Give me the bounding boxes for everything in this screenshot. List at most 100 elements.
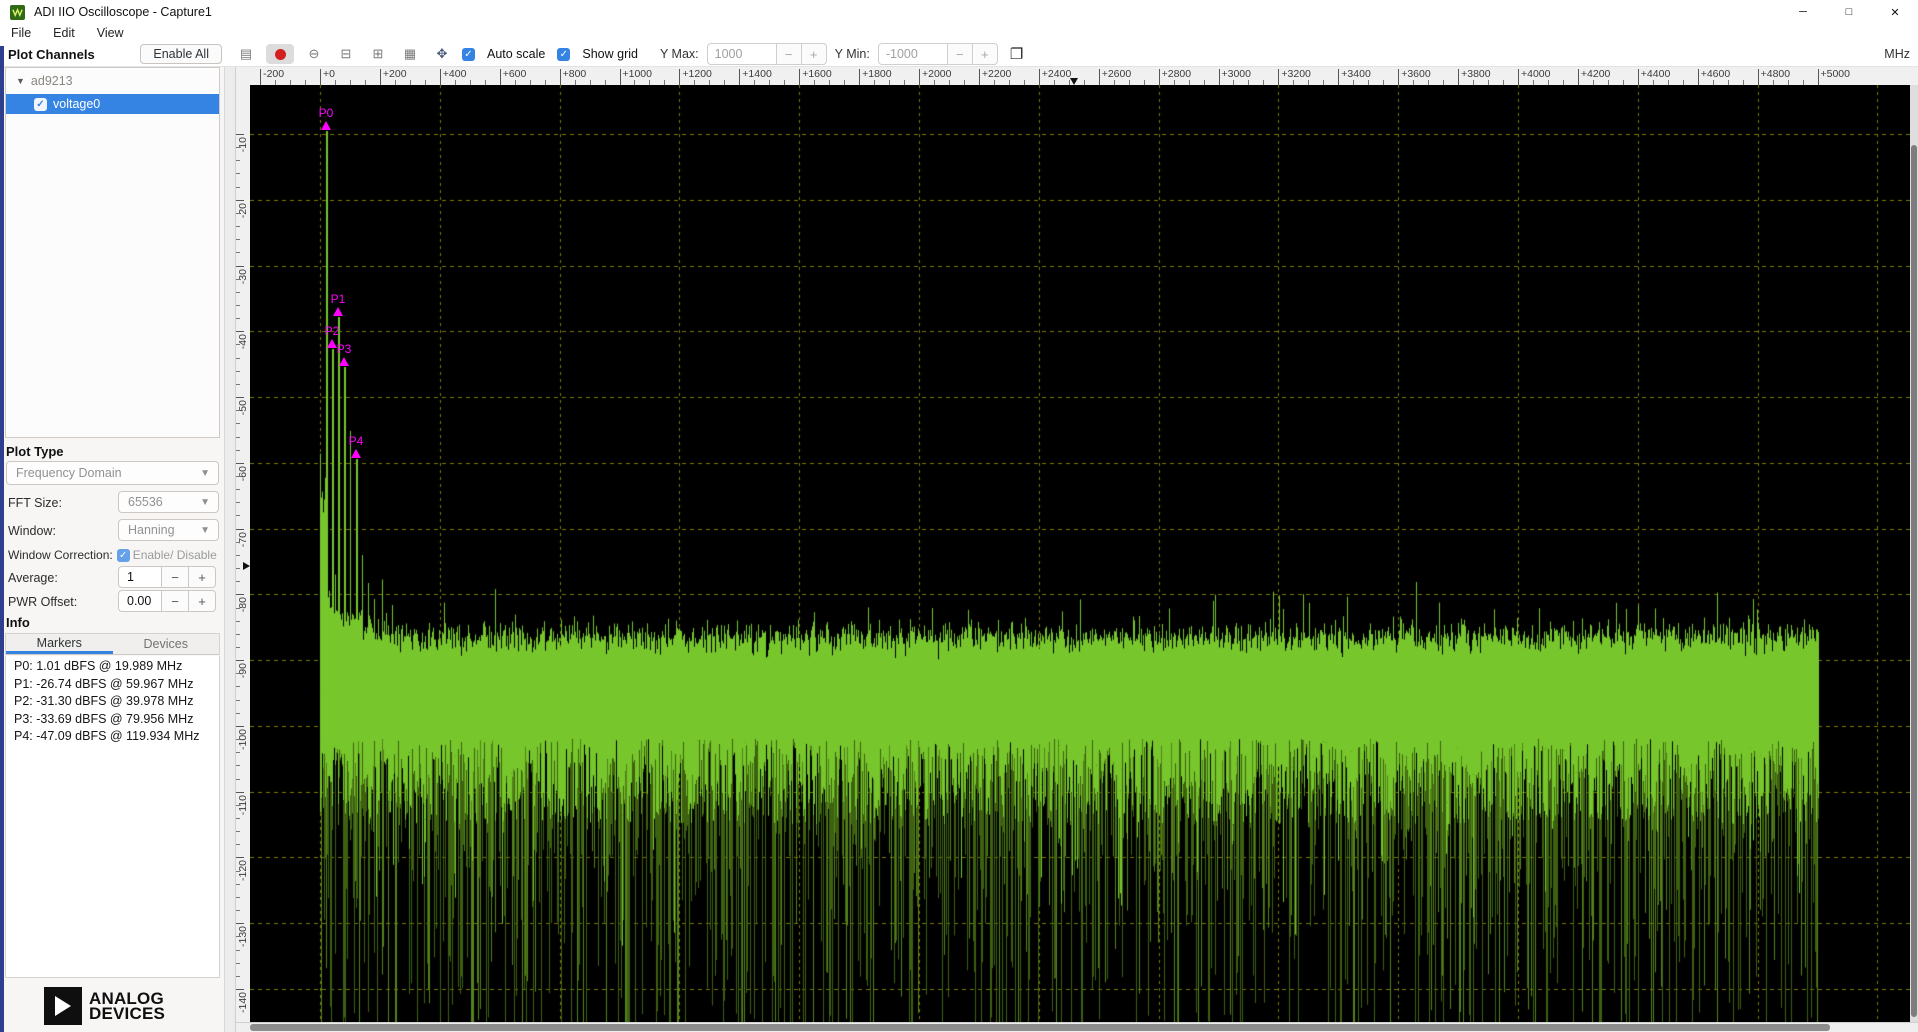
plot-type-value: Frequency Domain: [16, 466, 122, 480]
record-button[interactable]: [266, 44, 294, 64]
logo-triangle-icon: [44, 987, 82, 1025]
maximize-button[interactable]: □: [1826, 0, 1872, 24]
menu-edit[interactable]: Edit: [53, 26, 75, 40]
grid-layout-icon[interactable]: ⊞: [366, 46, 390, 62]
x-axis-major-tick: [620, 69, 621, 85]
y-axis-position-pointer: [243, 562, 250, 570]
y-max-input[interactable]: 1000: [707, 43, 777, 65]
y-axis-minor-tick: [236, 476, 240, 477]
tab-devices[interactable]: Devices: [113, 634, 220, 654]
average-input[interactable]: 1: [118, 566, 162, 588]
x-axis-tick-label: +1800: [862, 68, 892, 80]
pane-splitter[interactable]: [224, 67, 236, 1032]
y-min-input[interactable]: -1000: [878, 43, 948, 65]
y-min-decrement-button[interactable]: −: [948, 43, 973, 65]
horizontal-scrollbar-thumb[interactable]: [250, 1024, 1830, 1031]
menu-view[interactable]: View: [97, 26, 124, 40]
x-axis-tick-label: +2600: [1102, 68, 1132, 80]
x-axis-major-tick: [1278, 69, 1279, 85]
window-dropdown[interactable]: Hanning ▼: [118, 519, 219, 541]
x-axis-major-tick: [1159, 69, 1160, 85]
chevron-down-icon[interactable]: ▼: [16, 76, 25, 86]
average-spinner: 1 − +: [118, 566, 216, 588]
average-label: Average:: [8, 571, 58, 585]
plot-type-dropdown[interactable]: Frequency Domain ▼: [6, 461, 219, 485]
x-axis-tick-label: +2400: [1042, 68, 1072, 80]
marker-info-row[interactable]: P3: -33.69 dBFS @ 79.956 MHz: [6, 712, 219, 730]
plot-marker-p1[interactable]: P1: [325, 293, 351, 316]
y-axis-ruler[interactable]: -10-20-30-40-50-60-70-80-90-100-110-120-…: [236, 85, 250, 1023]
y-min-increment-button[interactable]: +: [973, 43, 998, 65]
x-axis-tick-label: +4600: [1701, 68, 1731, 80]
marker-info-row[interactable]: P4: -47.09 dBFS @ 119.934 MHz: [6, 729, 219, 747]
plot-marker-p4[interactable]: P4: [343, 435, 369, 458]
x-axis-ruler[interactable]: -200+0+200+400+600+800+1000+1200+1400+16…: [236, 67, 1918, 85]
x-axis-tick-label: +2800: [1162, 68, 1192, 80]
x-axis-tick-label: +3000: [1222, 68, 1252, 80]
y-axis-minor-tick: [236, 384, 240, 385]
y-axis-minor-tick: [236, 608, 240, 609]
vertical-scrollbar[interactable]: [1910, 85, 1918, 1023]
enable-all-button[interactable]: Enable All: [140, 44, 222, 64]
minimize-button[interactable]: ─: [1780, 0, 1826, 24]
y-min-label: Y Min:: [835, 47, 870, 61]
x-axis-tick-label: +1200: [682, 68, 712, 80]
y-axis-minor-tick: [236, 647, 240, 648]
marker-info-row[interactable]: P2: -31.30 dBFS @ 39.978 MHz: [6, 694, 219, 712]
x-axis-major-tick: [1818, 69, 1819, 85]
show-grid-checkbox[interactable]: ✓: [557, 48, 570, 61]
spectrum-canvas[interactable]: [250, 85, 1910, 1023]
y-axis-tick-label: -90: [237, 663, 249, 678]
y-axis-minor-tick: [236, 542, 240, 543]
y-axis-major-tick: [236, 266, 244, 267]
y-axis-minor-tick: [236, 515, 240, 516]
x-axis-tick-label: +2000: [922, 68, 952, 80]
histogram-icon[interactable]: ▦: [398, 46, 422, 62]
pwr-offset-decrement-button[interactable]: −: [162, 590, 189, 612]
fft-size-label: FFT Size:: [8, 496, 62, 510]
plot-marker-p3[interactable]: P3: [331, 343, 357, 366]
auto-scale-checkbox[interactable]: ✓: [462, 48, 475, 61]
x-axis-position-pointer: [1070, 78, 1078, 85]
vertical-scrollbar-thumb[interactable]: [1911, 145, 1917, 1017]
y-axis-major-tick: [236, 857, 244, 858]
menu-file[interactable]: File: [11, 26, 31, 40]
x-axis-tick-label: +4000: [1521, 68, 1551, 80]
tree-channel-row[interactable]: ✓ voltage0: [6, 94, 219, 114]
plot-marker-label: P3: [331, 343, 357, 356]
y-axis-minor-tick: [236, 568, 240, 569]
y-axis-minor-tick: [236, 700, 240, 701]
window-correction-checkbox[interactable]: ✓: [117, 549, 130, 562]
marker-info-row[interactable]: P0: 1.01 dBFS @ 19.989 MHz: [6, 659, 219, 677]
plot-marker-label: P0: [313, 107, 339, 120]
new-plot-icon[interactable]: ❐: [1010, 45, 1023, 63]
horizontal-scrollbar[interactable]: [236, 1022, 1918, 1032]
y-max-decrement-button[interactable]: −: [777, 43, 802, 65]
plot-marker-p0[interactable]: P0: [313, 107, 339, 130]
x-axis-major-tick: [1338, 69, 1339, 85]
average-increment-button[interactable]: +: [189, 566, 216, 588]
close-button[interactable]: ✕: [1872, 0, 1918, 24]
y-axis-minor-tick: [236, 358, 240, 359]
zoom-box-icon[interactable]: ⊟: [334, 46, 358, 62]
pwr-offset-increment-button[interactable]: +: [189, 590, 216, 612]
analog-devices-logo: ANALOG DEVICES: [44, 987, 165, 1025]
fit-move-icon[interactable]: ✥: [430, 46, 454, 62]
channel-checkbox[interactable]: ✓: [34, 98, 47, 111]
y-axis-tick-label: -60: [237, 466, 249, 481]
y-axis-minor-tick: [236, 279, 240, 280]
marker-info-row[interactable]: P1: -26.74 dBFS @ 59.967 MHz: [6, 677, 219, 695]
y-max-increment-button[interactable]: +: [802, 43, 827, 65]
capture-list-icon[interactable]: ▤: [234, 46, 258, 62]
zoom-out-icon[interactable]: ⊖: [302, 46, 326, 62]
y-axis-minor-tick: [236, 423, 240, 424]
pwr-offset-input[interactable]: 0.00: [118, 590, 162, 612]
average-decrement-button[interactable]: −: [162, 566, 189, 588]
y-axis-minor-tick: [236, 765, 240, 766]
y-axis-minor-tick: [236, 581, 240, 582]
x-axis-tick-label: +4800: [1761, 68, 1791, 80]
y-axis-minor-tick: [236, 739, 240, 740]
tab-markers[interactable]: Markers: [6, 634, 113, 654]
tree-device-row[interactable]: ▼ ad9213: [6, 68, 219, 90]
fft-size-dropdown[interactable]: 65536 ▼: [118, 491, 219, 513]
